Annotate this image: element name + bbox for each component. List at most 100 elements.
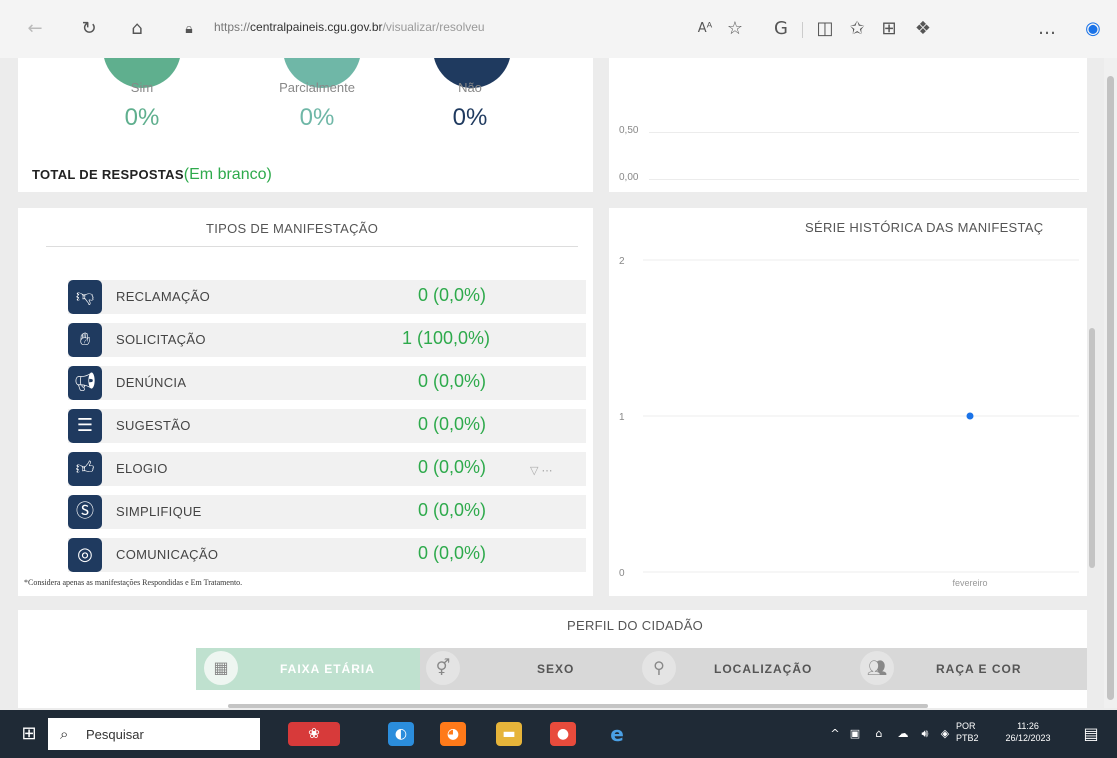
tab-raca-cor[interactable]: 👥︎ RAÇA E COR (858, 648, 1087, 690)
value-sim: 0% (124, 104, 160, 131)
thumbs-down-icon: 👎︎ (68, 280, 102, 314)
resolution-card: Sim Parcialmente Não 0% 0% 0% TOTAL DE R… (18, 58, 593, 192)
browser-toolbar: ← ↻ ⌂ 🔒︎ https://centralpaineis.cgu.gov.… (0, 0, 1117, 59)
horizontal-scrollbar[interactable] (228, 704, 928, 708)
language-indicator[interactable]: POR PTB2 (956, 720, 979, 744)
row-label: SIMPLIFIQUE (116, 504, 202, 519)
label-sim: Sim (130, 80, 154, 95)
top-chart-gridline (649, 179, 1079, 180)
x-tick-label: fevereiro (952, 578, 987, 588)
megaphone-icon: 📢︎ (68, 366, 102, 400)
split-screen-icon[interactable]: ◫ (812, 17, 838, 41)
row-value: 0 (0,0%) (418, 500, 487, 520)
value-nao: 0% (452, 104, 488, 131)
row-value: 1 (100,0%) (402, 328, 491, 348)
address-bar[interactable]: 🔒︎ https://centralpaineis.cgu.gov.br/vis… (170, 14, 685, 44)
row-value: 0 (0,0%) (418, 285, 487, 305)
top-chart-card: 0,50 0,00 (609, 58, 1087, 192)
url-text[interactable]: https://centralpaineis.cgu.gov.br/visual… (214, 20, 485, 34)
edge-sidebar-icon[interactable]: ◉ (1080, 17, 1106, 41)
tab-sexo[interactable]: ⚥ SEXO (420, 648, 638, 690)
simplifique-icon: Ⓢ (68, 495, 102, 529)
value-parcialmente: 0% (299, 104, 335, 131)
refresh-icon[interactable]: ↻ (76, 17, 102, 41)
page-scrollbar-track[interactable] (1104, 58, 1117, 708)
row-elogio[interactable]: 👍︎ ELOGIO 0 (0,0%) ▽ ⋯ (68, 452, 586, 486)
serie-historica-card: SÉRIE HISTÓRICA DAS MANIFESTAÇ 2 1 0 fevere… (609, 208, 1095, 596)
tab-faixa-etaria[interactable]: ▦ FAIXA ETÁRIA (196, 648, 420, 690)
keyboard-layout: PTB2 (956, 733, 979, 743)
chart-scrollbar[interactable] (1089, 328, 1095, 568)
tray-app-icon[interactable]: ▣ (842, 722, 868, 746)
row-label: ELOGIO (116, 461, 168, 476)
top-chart-gridline (649, 132, 1079, 133)
edge-icon[interactable]: ◐ (388, 722, 414, 746)
toolbar-divider (802, 22, 803, 38)
windows-start-icon[interactable]: ⊞ (16, 722, 42, 746)
collections-icon[interactable]: ⊞ (876, 17, 902, 41)
perfil-tabs: ▦ FAIXA ETÁRIA ⚥ SEXO ⚲ LOCALIZAÇÃO 👥︎ R… (196, 648, 1087, 690)
y-tick-label: 2 (619, 256, 625, 267)
chat-icon: ☰ (68, 409, 102, 443)
filter-icon[interactable]: ▽ ⋯ (530, 464, 553, 477)
communication-icon: ◎ (68, 538, 102, 572)
taskbar-search[interactable]: ⌕ Pesquisar (48, 718, 260, 750)
row-value: 0 (0,0%) (418, 543, 487, 563)
people-icon: 👥︎ (860, 651, 894, 685)
top-chart-tick-000: 0,00 (619, 172, 639, 183)
firefox-icon[interactable]: ◕ (440, 722, 466, 746)
row-reclamacao[interactable]: 👎︎ RECLAMAÇÃO 0 (0,0%) (68, 280, 586, 314)
network-icon[interactable]: ⌂ (866, 722, 892, 746)
tipos-manifestacao-title: TIPOS DE MANIFESTAÇÃO (206, 221, 379, 236)
row-label: SOLICITAÇÃO (116, 332, 206, 347)
more-icon[interactable]: … (1034, 17, 1060, 41)
total-label: TOTAL DE RESPOSTAS (32, 167, 184, 182)
row-label: SUGESTÃO (116, 418, 191, 433)
tab-label: RAÇA E COR (936, 662, 1022, 676)
back-icon[interactable]: ← (22, 17, 48, 41)
row-sugestao[interactable]: ☰ SUGESTÃO 0 (0,0%) (68, 409, 586, 443)
tab-localizacao[interactable]: ⚲ LOCALIZAÇÃO (638, 648, 858, 690)
thumbs-up-icon: 👍︎ (68, 452, 102, 486)
top-chart-tick-050: 0,50 (619, 125, 639, 136)
y-tick-label: 0 (619, 568, 625, 579)
clock-date: 26/12/2023 (1005, 733, 1051, 743)
gender-icon: ⚥ (426, 651, 460, 685)
label-parcialmente: Parcialmente (279, 80, 355, 95)
calendar-icon: ▦ (204, 651, 238, 685)
row-solicitacao[interactable]: ✋︎ SOLICITAÇÃO 1 (100,0%) (68, 323, 586, 357)
dashboard-page: Sim Parcialmente Não 0% 0% 0% TOTAL DE R… (0, 58, 1104, 708)
tab-label: FAIXA ETÁRIA (280, 662, 375, 676)
row-label: RECLAMAÇÃO (116, 289, 211, 304)
tray-icon[interactable]: ◈ (932, 722, 958, 746)
serie-historica-chart: 2 1 0 fevereiro (619, 256, 1079, 588)
weather-widget-icon[interactable]: ❀ (288, 722, 340, 746)
read-aloud-icon[interactable]: Aᴬ (692, 17, 718, 41)
tab-label: SEXO (537, 662, 575, 676)
chrome-icon[interactable]: ● (550, 722, 576, 746)
row-value: 0 (0,0%) (418, 457, 487, 477)
favorites-bar-icon[interactable]: ✩ (844, 17, 870, 41)
clock[interactable]: 11:26 26/12/2023 (1004, 720, 1052, 744)
file-explorer-icon[interactable]: ▬ (496, 722, 522, 746)
lock-icon[interactable]: 🔒︎ (176, 17, 202, 41)
internet-explorer-icon[interactable]: e (604, 722, 630, 746)
row-value: 0 (0,0%) (418, 414, 487, 434)
search-placeholder: Pesquisar (86, 727, 144, 742)
row-simplifique[interactable]: Ⓢ SIMPLIFIQUE 0 (0,0%) (68, 495, 586, 529)
home-icon[interactable]: ⌂ (124, 17, 150, 41)
favorite-icon[interactable]: ☆ (722, 17, 748, 41)
tab-label: LOCALIZAÇÃO (714, 662, 813, 676)
row-comunicacao[interactable]: ◎ COMUNICAÇÃO 0 (0,0%) (68, 538, 586, 572)
row-denuncia[interactable]: 📢︎ DENÚNCIA 0 (0,0%) (68, 366, 586, 400)
total-respostas: TOTAL DE RESPOSTAS(Em branco) (32, 166, 272, 184)
total-value: (Em branco) (183, 166, 272, 183)
page-scrollbar-thumb[interactable] (1107, 76, 1114, 700)
clock-time: 11:26 (1017, 721, 1039, 731)
notifications-icon[interactable]: ▤ (1078, 722, 1104, 746)
copilot-icon[interactable]: G (768, 17, 794, 41)
language-code: POR (956, 721, 976, 731)
extensions-icon[interactable]: ❖ (910, 17, 936, 41)
label-nao: Não (458, 80, 482, 95)
data-point[interactable] (966, 412, 974, 420)
